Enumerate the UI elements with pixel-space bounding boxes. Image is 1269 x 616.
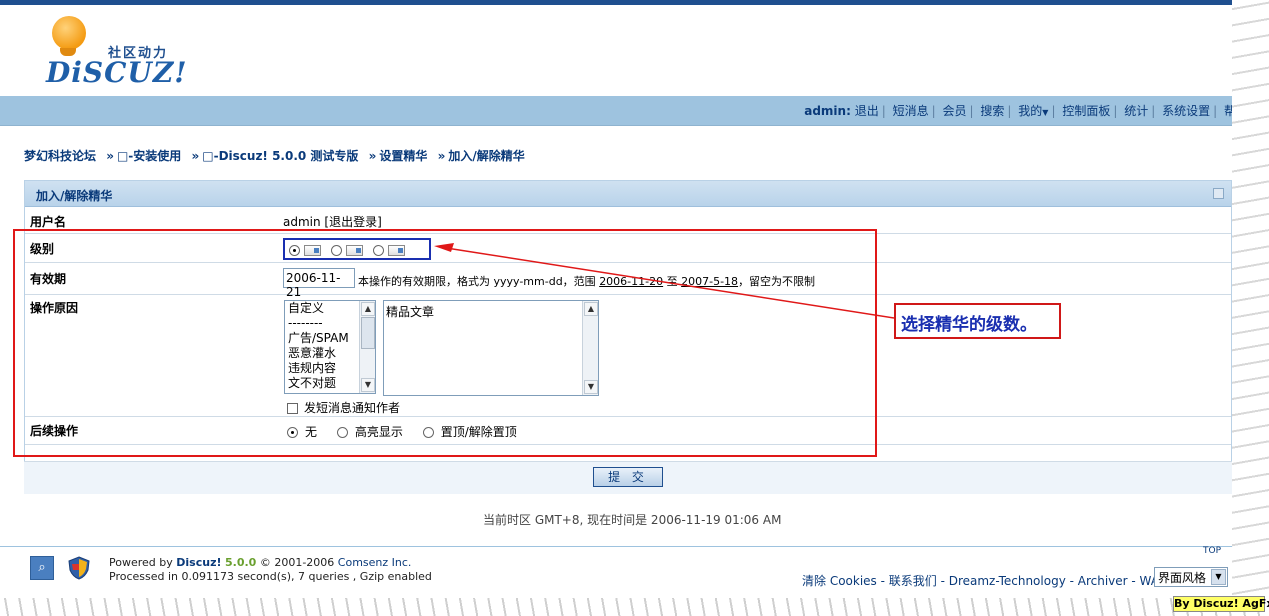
chevron-down-icon[interactable]: ▼: [1211, 569, 1226, 585]
timezone-info: 当前时区 GMT+8, 现在时间是 2006-11-19 01:06 AM: [483, 513, 782, 527]
search-icon[interactable]: ⌕: [30, 556, 54, 580]
torn-edge-bottom: [0, 598, 1269, 616]
panel-title: 加入/解除精华: [36, 189, 113, 203]
breadcrumb-install[interactable]: □-安装使用: [117, 149, 181, 163]
nav-my[interactable]: 我的: [1018, 104, 1042, 118]
copyright-prefix: © 2001-2006: [259, 556, 335, 569]
powered-prefix: Powered by: [109, 556, 173, 569]
back-to-top-link[interactable]: TOP: [1203, 546, 1221, 556]
footer-links[interactable]: 清除 Cookies - 联系我们 - Dreamz-Technology - …: [802, 572, 1166, 589]
nav-bar: admin: 退出 | 短消息 | 会员 | 搜索 | 我的▼ | 控制面板 | 统计 | 系…: [0, 96, 1250, 126]
breadcrumb: 梦幻科技论坛 » □-安装使用 » □-Discuz! 5.0.0 测试专版 » 设置…: [24, 149, 525, 163]
nav-username[interactable]: admin:: [804, 104, 851, 118]
footer-divider: [0, 546, 1232, 547]
nav-search[interactable]: 搜索: [980, 104, 1004, 118]
panel-header: 加入/解除精华: [25, 181, 1231, 207]
annotation-highlight-box: [13, 229, 877, 457]
chevron-down-icon[interactable]: ▼: [1042, 108, 1048, 117]
nav-links: admin: 退出 | 短消息 | 会员 | 搜索 | 我的▼ | 控制面板 | 统计 | 系…: [804, 102, 1248, 119]
powered-version: 5.0.0: [225, 556, 257, 569]
breadcrumb-current: 加入/解除精华: [448, 149, 525, 163]
copyright-company[interactable]: Comsenz Inc.: [338, 556, 412, 569]
username-label: 用户名: [30, 215, 67, 229]
breadcrumb-test-board[interactable]: □-Discuz! 5.0.0 测试专版: [202, 149, 358, 163]
submit-button[interactable]: 提 交: [593, 467, 663, 487]
nav-stats[interactable]: 统计: [1124, 104, 1148, 118]
lightbulb-base: [60, 48, 76, 56]
collapse-icon[interactable]: [1213, 188, 1224, 199]
powered-brand[interactable]: Discuz!: [176, 556, 221, 569]
breadcrumb-set-digest[interactable]: 设置精华: [379, 149, 427, 163]
style-select[interactable]: 界面风格 ▼: [1154, 567, 1228, 587]
nav-members[interactable]: 会员: [942, 104, 966, 118]
username-value[interactable]: admin [退出登录]: [283, 213, 382, 230]
watermark: By Discuz! AgFx: [1173, 596, 1269, 612]
breadcrumb-forum[interactable]: 梦幻科技论坛: [24, 149, 96, 163]
nav-logout[interactable]: 退出: [855, 104, 879, 118]
nav-system-settings[interactable]: 系统设置: [1162, 104, 1210, 118]
powered-by: Powered by Discuz! 5.0.0 © 2001-2006 Com…: [109, 556, 432, 584]
nav-messages[interactable]: 短消息: [893, 104, 929, 118]
top-border: [0, 0, 1232, 5]
nav-control-panel[interactable]: 控制面板: [1062, 104, 1110, 118]
shield-icon[interactable]: [68, 556, 90, 580]
style-select-value: 界面风格: [1158, 571, 1207, 585]
lightbulb-icon: [52, 16, 86, 50]
annotation-callout: 选择精华的级数。: [894, 303, 1061, 339]
logo-wordmark: DiSCUZ!: [46, 56, 188, 89]
torn-edge-right: [1232, 0, 1269, 616]
processed-info: Processed in 0.091173 second(s), 7 queri…: [109, 570, 432, 583]
discuz-logo[interactable]: 社区动力 DiSCUZ!: [46, 14, 196, 90]
